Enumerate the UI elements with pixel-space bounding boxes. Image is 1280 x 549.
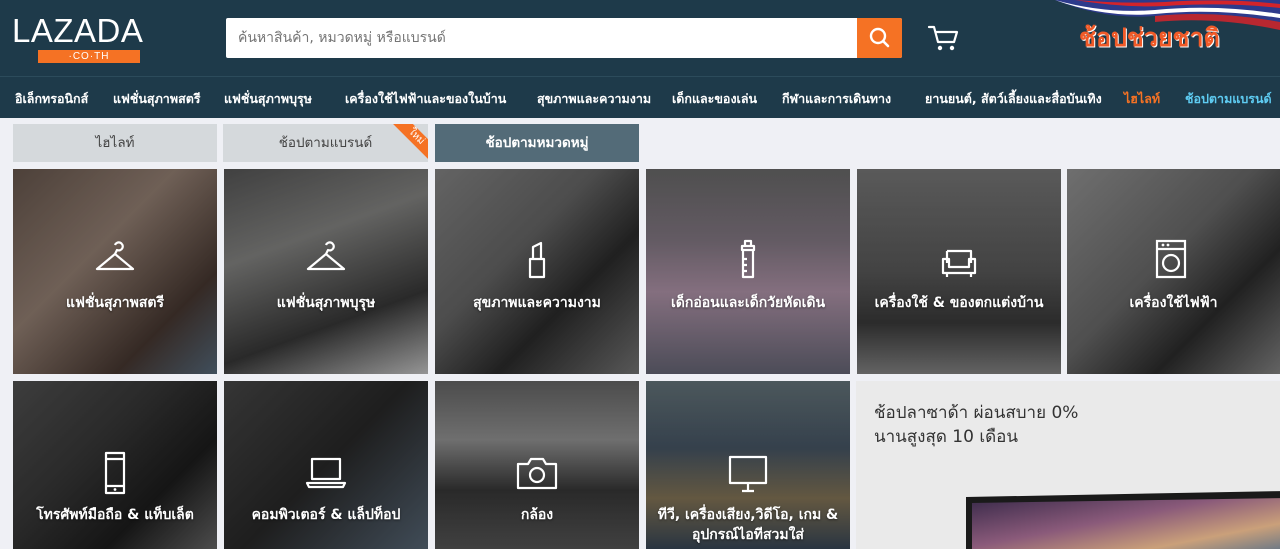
tab-shop-by-category[interactable]: ช้อปตามหมวดหมู่ xyxy=(435,124,639,162)
tile-label: กล้อง xyxy=(520,507,554,523)
monitor-icon xyxy=(728,455,768,493)
tile-label: แฟชั่นสุภาพสตรี xyxy=(65,295,165,311)
search-input[interactable] xyxy=(226,18,846,58)
tile-label: คอมพิวเตอร์ & แล็ปท็อป xyxy=(251,507,401,523)
tile-label: สุขภาพและความงาม xyxy=(473,295,601,311)
camera-icon xyxy=(516,457,558,490)
smartphone-icon xyxy=(104,451,126,495)
category-tile-computers-laptops[interactable]: คอมพิวเตอร์ & แล็ปท็อป xyxy=(224,381,428,549)
nav-highlight[interactable]: ไฮไลท์ xyxy=(1124,89,1160,109)
cart-icon xyxy=(927,25,959,51)
promo-text: ช้อปช่วยชาติ xyxy=(1079,23,1220,52)
baby-bottle-icon xyxy=(740,239,756,279)
category-tile-cameras[interactable]: กล้อง xyxy=(435,381,639,549)
category-tile-tv-audio-gaming[interactable]: ทีวี, เครื่องเสียง,วิดีโอ, เกม & อุปกรณ์… xyxy=(646,381,850,549)
search-bar xyxy=(226,18,902,58)
lipstick-icon xyxy=(528,241,546,279)
nav-mens-fashion[interactable]: แฟชั่นสุภาพบุรุษ xyxy=(224,89,312,109)
category-tile-appliances[interactable]: เครื่องใช้ไฟฟ้า xyxy=(1067,169,1280,374)
tv-product-image xyxy=(966,491,1280,549)
tab-highlight[interactable]: ไฮไลท์ xyxy=(13,124,217,162)
tile-label: เครื่องใช้ & ของตกแต่งบ้าน xyxy=(874,295,1044,311)
nav-health-beauty[interactable]: สุขภาพและความงาม xyxy=(537,89,651,109)
nav-electronics[interactable]: อิเล็กทรอนิกส์ xyxy=(15,89,88,109)
logo-domain: ·CO·TH xyxy=(38,50,140,63)
tile-label-line2: อุปกรณ์ไอทีสวมใส่ xyxy=(692,527,804,543)
category-tile-mens-fashion[interactable]: แฟชั่นสุภาพบุรุษ xyxy=(224,169,428,374)
category-tile-health-beauty[interactable]: สุขภาพและความงาม xyxy=(435,169,639,374)
search-button[interactable] xyxy=(857,18,902,58)
category-tile-womens-fashion[interactable]: แฟชั่นสุภาพสตรี xyxy=(13,169,217,374)
tile-label: แฟชั่นสุภาพบุรุษ xyxy=(276,295,376,311)
category-tile-home-decor[interactable]: เครื่องใช้ & ของตกแต่งบ้าน xyxy=(857,169,1061,374)
category-tile-baby-toddler[interactable]: เด็กอ่อนและเด็กวัยหัดเดิน xyxy=(646,169,850,374)
hanger-icon xyxy=(306,241,346,271)
nav-sports-travel[interactable]: กีฬาและการเดินทาง xyxy=(782,89,891,109)
new-badge: ใหม่ xyxy=(391,124,428,162)
nav-shop-by-brand[interactable]: ช้อปตามแบรนด์ xyxy=(1185,89,1272,109)
tile-label: โทรศัพท์มือถือ & แท็บเล็ต xyxy=(36,507,194,523)
shop-promo-banner[interactable]: ช้อปช่วยชาติ xyxy=(1045,0,1280,58)
nav-home-appliances[interactable]: เครื่องใช้ไฟฟ้าและของในบ้าน xyxy=(345,89,506,109)
category-tile-mobiles-tablets[interactable]: โทรศัพท์มือถือ & แท็บเล็ต xyxy=(13,381,217,549)
nav-womens-fashion[interactable]: แฟชั่นสุภาพสตรี xyxy=(113,89,201,109)
tab-shop-by-brand[interactable]: ช้อปตามแบรนด์ ใหม่ xyxy=(223,124,428,162)
washing-machine-icon xyxy=(1155,239,1187,279)
site-header: LAZADA ·CO·TH ช้อปช่วยชาติ อิเล็กทรอนิกส… xyxy=(0,0,1280,118)
nav-automotive-pets-media[interactable]: ยานยนต์, สัตว์เลี้ยงและสื่อบันเทิง xyxy=(925,89,1102,109)
category-nav: อิเล็กทรอนิกส์ แฟชั่นสุภาพสตรี แฟชั่นสุภ… xyxy=(0,76,1280,119)
tile-label: เครื่องใช้ไฟฟ้า xyxy=(1129,295,1218,311)
lazada-logo[interactable]: LAZADA ·CO·TH xyxy=(12,14,143,63)
armchair-icon xyxy=(941,249,977,277)
tab-shop-by-brand-label: ช้อปตามแบรนด์ xyxy=(278,135,373,151)
search-icon xyxy=(869,27,890,48)
installment-promo-banner[interactable]: ช้อปลาซาด้า ผ่อนสบาย 0% นานสูงสุด 10 เดื… xyxy=(856,381,1280,549)
logo-wordmark: LAZADA xyxy=(12,12,144,49)
cart-button[interactable] xyxy=(926,22,962,54)
tile-label: ทีวี, เครื่องเสียง,วิดีโอ, เกม & xyxy=(657,507,839,523)
tile-label: เด็กอ่อนและเด็กวัยหัดเดิน xyxy=(670,295,826,311)
laptop-icon xyxy=(305,457,347,489)
promo-line-1: ช้อปลาซาด้า ผ่อนสบาย 0% xyxy=(874,403,1079,423)
hanger-icon xyxy=(95,241,135,271)
nav-kids-toys[interactable]: เด็กและของเล่น xyxy=(672,89,757,109)
promo-line-2: นานสูงสุด 10 เดือน xyxy=(874,427,1019,447)
